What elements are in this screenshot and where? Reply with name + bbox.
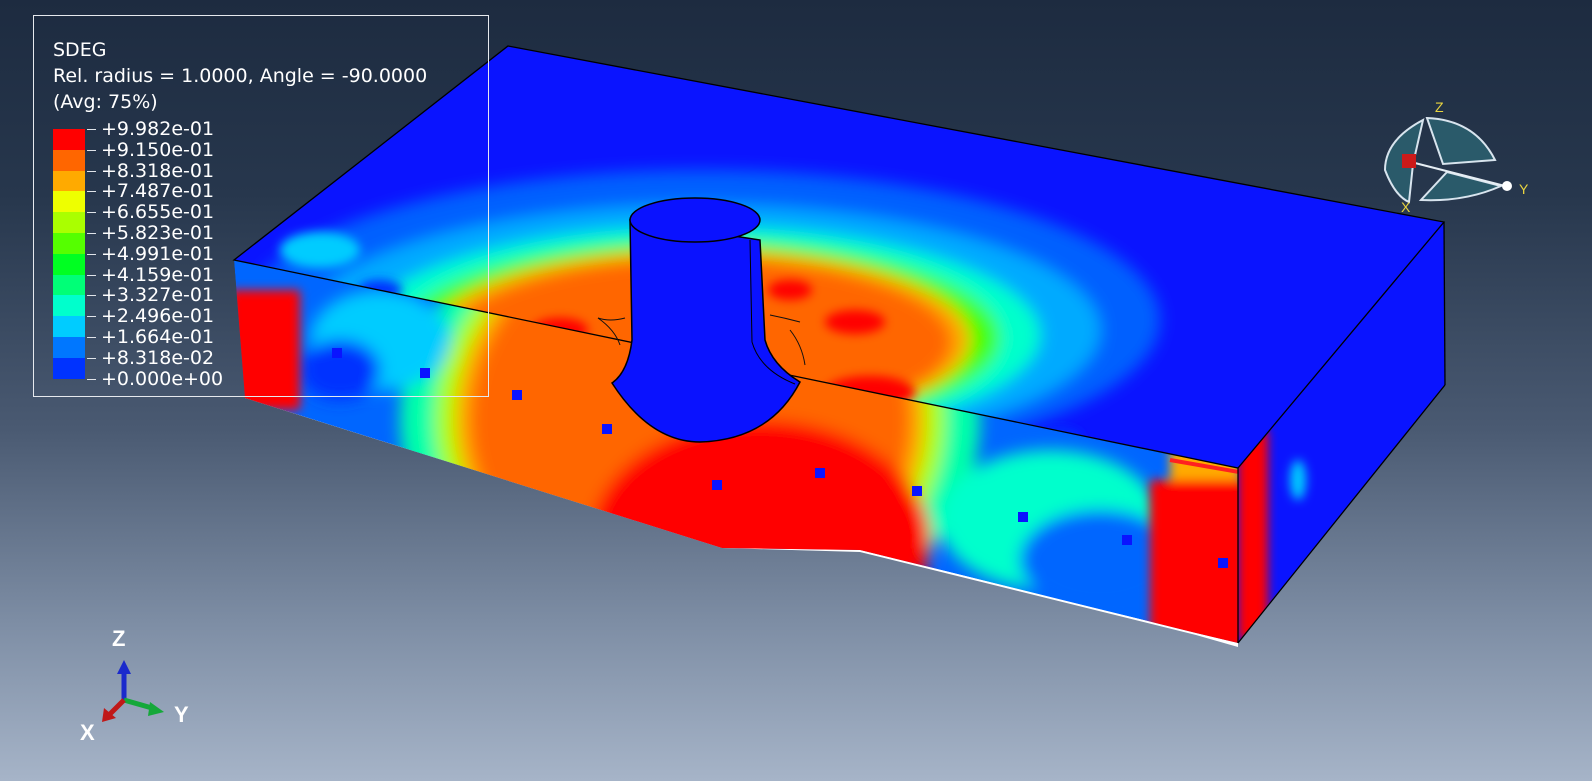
- legend-tick-label: +2.496e-01: [101, 305, 215, 328]
- view-cube-face-top[interactable]: [1425, 116, 1497, 166]
- legend-tick-label: +9.982e-01: [101, 118, 215, 140]
- legend-tick-label: +6.655e-01: [101, 201, 215, 224]
- triad-z-axis: [117, 660, 131, 700]
- legend-swatch: [53, 316, 85, 337]
- triad-y-axis: [123, 697, 164, 716]
- view-cube-y-handle[interactable]: [1502, 181, 1512, 191]
- legend-swatch: [53, 170, 85, 192]
- axis-triad: Z Y X: [80, 626, 189, 745]
- view-cube-x-label: X: [1401, 199, 1411, 215]
- legend-tick: [87, 337, 96, 338]
- triad-z-label: Z: [112, 626, 125, 651]
- legend-swatch: [53, 233, 85, 254]
- legend-swatch: [53, 295, 85, 317]
- legend-tick-label: +4.159e-01: [101, 263, 215, 286]
- legend-variable: SDEG: [53, 39, 107, 61]
- legend-swatch: [53, 274, 85, 296]
- legend-tick-label: +8.318e-01: [101, 159, 215, 182]
- legend-tick-label: +7.487e-01: [101, 180, 215, 203]
- triad-y-label: Y: [174, 702, 189, 727]
- legend-tick-label: +5.823e-01: [101, 222, 215, 244]
- legend-section: Rel. radius = 1.0000, Angle = -90.0000: [53, 65, 428, 87]
- legend-tick-label: +1.664e-01: [101, 326, 215, 348]
- legend-swatch: [53, 357, 85, 379]
- legend-tick-label: +4.991e-01: [101, 242, 215, 265]
- view-cube-y-label: Y: [1519, 181, 1529, 197]
- legend-tick: [87, 129, 96, 130]
- legend-swatch: [53, 129, 85, 150]
- triad-x-label: X: [80, 720, 95, 745]
- legend-swatch: [53, 253, 85, 275]
- triad-x-axis: [102, 698, 126, 722]
- legend-tick: [87, 149, 96, 151]
- legend-swatch: [53, 337, 85, 358]
- legend-tick: [87, 233, 96, 234]
- view-orientation-widget[interactable]: Z Y X: [1365, 90, 1545, 220]
- legend-swatch: [53, 212, 85, 233]
- view-cube-z-label: Z: [1435, 99, 1444, 115]
- legend-swatch: [53, 149, 85, 171]
- legend-tick: [87, 295, 96, 297]
- legend-tick: [87, 191, 96, 193]
- legend-swatch: [53, 191, 85, 213]
- legend-averaging: (Avg: 75%): [53, 91, 158, 113]
- legend-tick-label: +3.327e-01: [101, 284, 215, 307]
- legend-tick: [87, 212, 96, 214]
- legend-tick-label: +0.000e+00: [101, 367, 224, 390]
- legend-tick: [87, 316, 96, 318]
- legend-tick: [87, 253, 96, 255]
- legend-tick: [87, 378, 96, 380]
- legend-tick-label: +8.318e-02: [101, 346, 215, 369]
- legend-tick: [87, 274, 96, 276]
- legend-tick-label: +9.150e-01: [101, 138, 215, 161]
- legend-tick: [87, 357, 96, 359]
- legend-tick: [87, 170, 96, 172]
- view-cube-x-handle[interactable]: [1402, 154, 1416, 168]
- legend: SDEG Rel. radius = 1.0000, Angle = -90.0…: [33, 15, 489, 397]
- view-cube-face-right[interactable]: [1418, 170, 1505, 202]
